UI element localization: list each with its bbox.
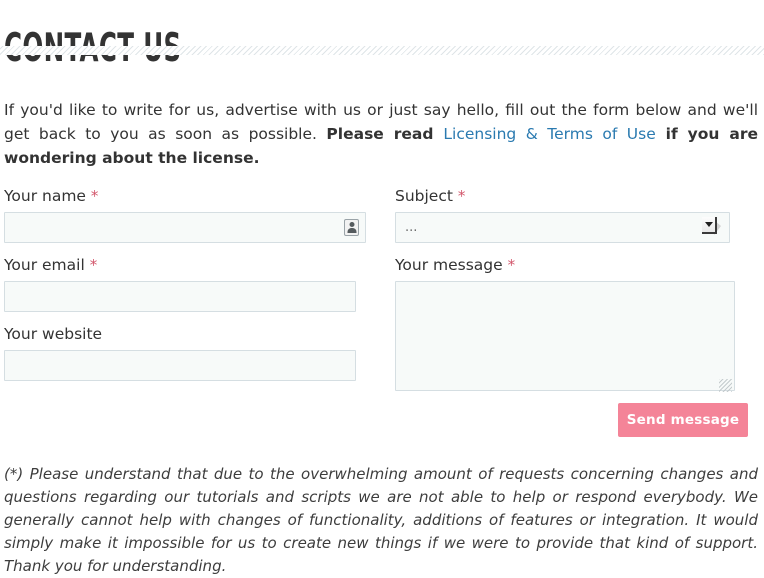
contact-form: Your name * Your email * Your website Su… [0, 186, 764, 436]
subject-label: Subject * [395, 186, 745, 206]
your-website-label: Your website [4, 324, 366, 344]
your-name-input[interactable] [4, 212, 366, 243]
your-message-wrap [395, 281, 735, 395]
your-website-input[interactable] [4, 350, 356, 381]
your-message-label: Your message * [395, 255, 745, 275]
hatched-divider [0, 46, 764, 55]
your-email-input[interactable] [4, 281, 356, 312]
contact-card-autofill-icon[interactable] [344, 219, 359, 236]
your-message-label-text: Your message [395, 256, 503, 274]
contact-page: CONTACT US If you'd like to write for us… [0, 0, 764, 575]
your-name-label-text: Your name [4, 187, 86, 205]
required-asterisk: * [90, 187, 99, 205]
your-website-label-text: Your website [4, 325, 103, 343]
required-asterisk: * [507, 256, 516, 274]
footnote-text: (*) Please understand that due to the ov… [4, 465, 758, 575]
form-left-column: Your name * Your email * Your website [4, 186, 366, 381]
required-asterisk: * [89, 256, 98, 274]
your-email-label-text: Your email [4, 256, 85, 274]
subject-select[interactable]: ... [395, 212, 730, 243]
your-name-input-wrap [4, 212, 366, 243]
send-message-button[interactable]: Send message [618, 403, 748, 437]
your-email-label: Your email * [4, 255, 366, 275]
intro-paragraph: If you'd like to write for us, advertise… [4, 98, 758, 170]
intro-bold-before: Please read [326, 124, 444, 143]
form-right-column: Subject * ... Your message * [395, 186, 745, 395]
your-message-textarea[interactable] [395, 281, 735, 391]
licensing-terms-link[interactable]: Licensing & Terms of Use [443, 125, 655, 143]
required-asterisk: * [457, 187, 466, 205]
subject-select-wrap[interactable]: ... [395, 212, 730, 243]
subject-label-text: Subject [395, 187, 453, 205]
your-name-label: Your name * [4, 186, 366, 206]
